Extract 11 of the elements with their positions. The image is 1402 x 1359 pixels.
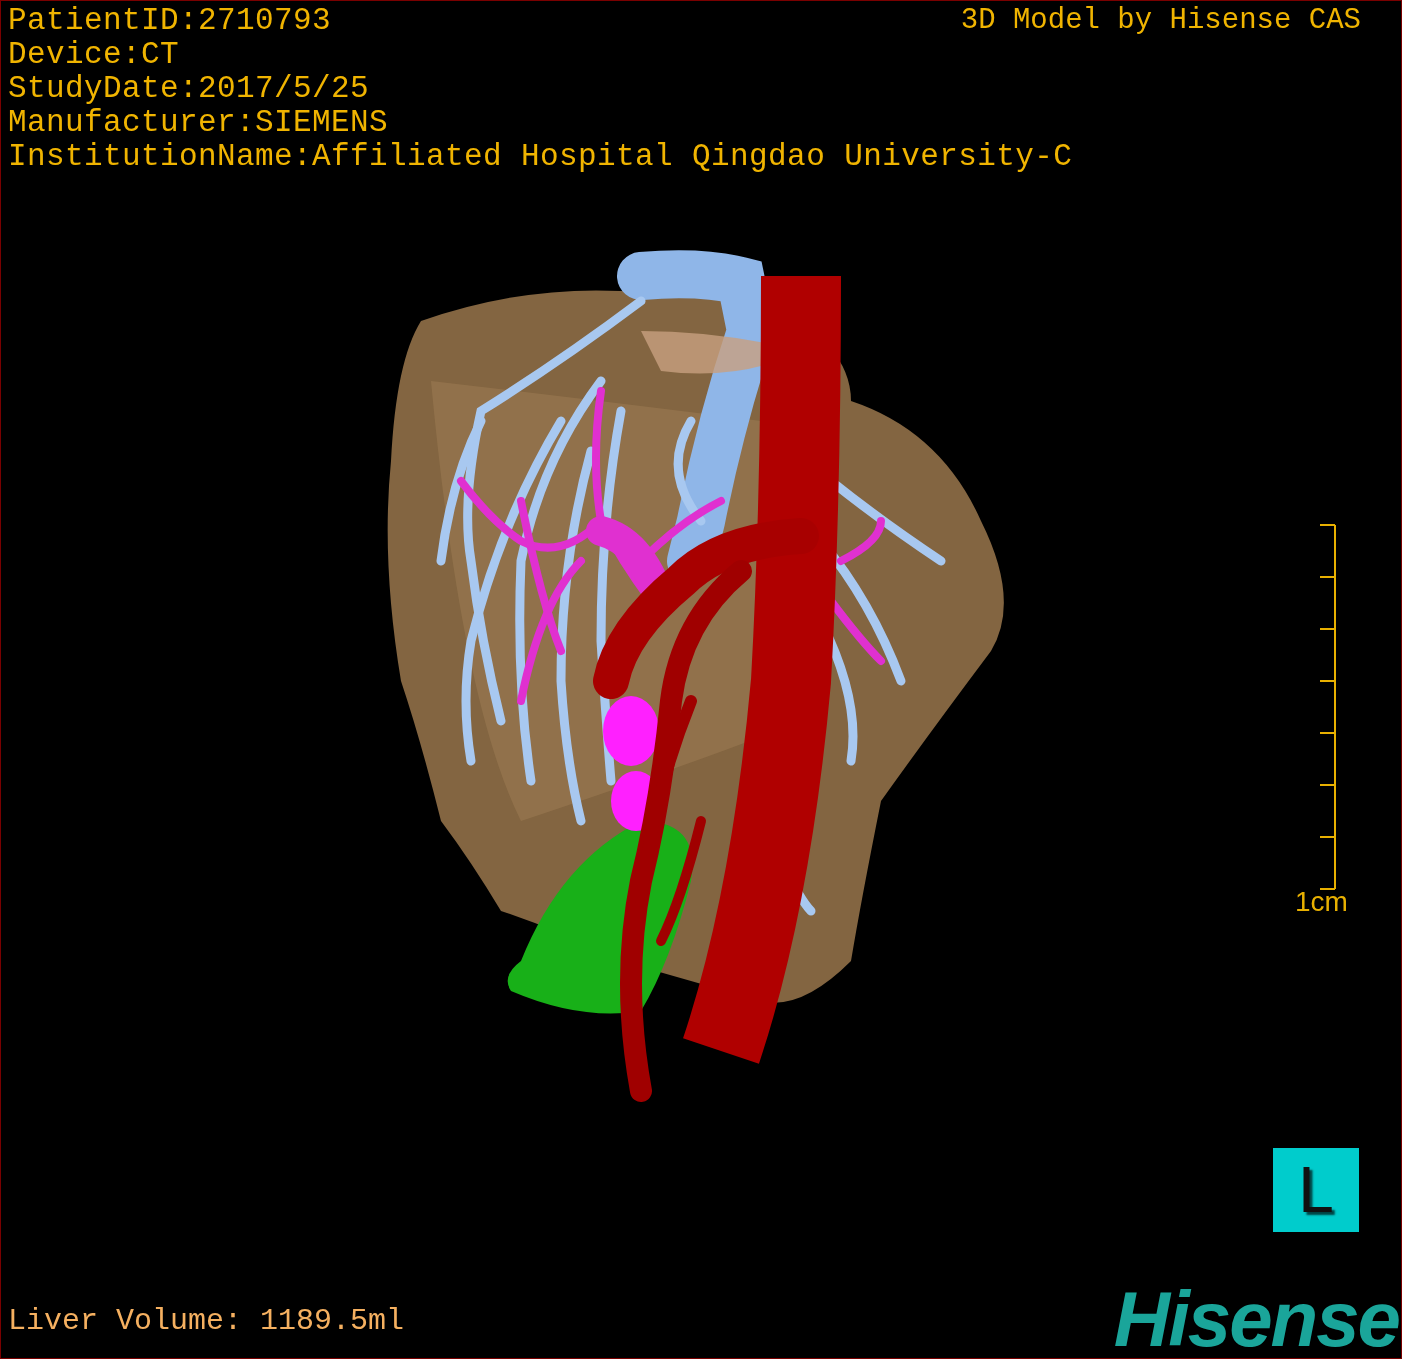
patient-info-text: StudyDate:2017/5/25 bbox=[8, 72, 370, 106]
patient-info-text: Device:CT bbox=[8, 38, 180, 72]
patient-info-text: InstitutionName:Affiliated Hospital Qingdao University-C bbox=[8, 140, 1073, 174]
scale-label: 1cm bbox=[1295, 885, 1348, 919]
liver-volume-text: Liver Volume: 1189.5ml bbox=[8, 1303, 405, 1339]
credit-text: 3D Model by Hisense CAS bbox=[960, 4, 1361, 38]
patient-info-text: Manufacturer:SIEMENS bbox=[8, 106, 389, 140]
patient-info-text: PatientID:2710793 bbox=[8, 4, 332, 38]
scale-bar-icon bbox=[1318, 524, 1338, 890]
logo: Hisense bbox=[1113, 1278, 1399, 1358]
orientation-marker: L bbox=[1273, 1148, 1359, 1232]
